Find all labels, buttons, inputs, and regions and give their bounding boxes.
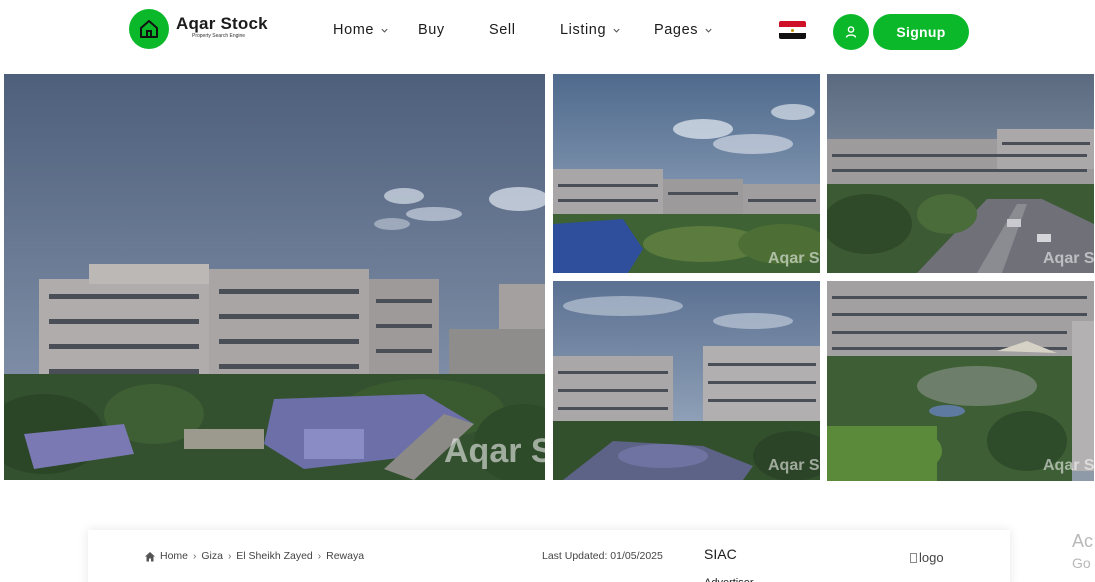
nav-buy[interactable]: Buy bbox=[418, 22, 445, 38]
signup-button[interactable]: Signup bbox=[873, 14, 969, 50]
nav-home-label: Home bbox=[333, 22, 375, 38]
house-icon bbox=[140, 20, 158, 38]
breadcrumb: Home › Giza › El Sheikh Zayed › Rewaya bbox=[144, 550, 364, 562]
broken-image-icon bbox=[910, 552, 917, 563]
windows-activation-watermark: Ac Go bbox=[1072, 530, 1093, 574]
watermark-text: Aqar Stock bbox=[444, 432, 545, 470]
activation-line-2: Go bbox=[1072, 555, 1091, 571]
building-photo-image bbox=[553, 281, 820, 480]
nav-sell[interactable]: Sell bbox=[489, 22, 516, 38]
activation-line-1: Ac bbox=[1072, 531, 1094, 551]
gallery-photo-5[interactable]: Aqar Stock bbox=[827, 281, 1094, 481]
nav-pages[interactable]: Pages bbox=[654, 22, 713, 38]
developer-logo-alt-text: logo bbox=[919, 550, 944, 565]
home-icon[interactable] bbox=[144, 551, 156, 562]
watermark-text: Aqar Stock bbox=[768, 457, 820, 474]
building-photo-image bbox=[827, 74, 1094, 273]
gallery-photo-4[interactable]: Aqar Stock bbox=[553, 281, 820, 480]
user-icon bbox=[845, 26, 857, 38]
chevron-right-icon: › bbox=[193, 550, 197, 562]
chevron-down-icon bbox=[381, 28, 388, 33]
building-photo-image bbox=[827, 281, 1094, 481]
gallery-main-photo[interactable]: Aqar Stock bbox=[4, 74, 545, 480]
developer-logo[interactable]: logo bbox=[910, 550, 944, 565]
watermark-text: Aqar Stock bbox=[1043, 457, 1094, 474]
developer-name[interactable]: SIAC bbox=[704, 546, 737, 562]
last-updated-date: Last Updated: 01/05/2025 bbox=[542, 550, 663, 562]
building-photo-image bbox=[4, 74, 545, 480]
site-header: Aqar Stock Property Search Engine Home B… bbox=[0, 0, 1095, 62]
chevron-right-icon: › bbox=[317, 550, 322, 562]
brand-name[interactable]: Aqar Stock bbox=[176, 14, 268, 34]
egypt-flag-icon[interactable] bbox=[779, 21, 806, 39]
brand-tagline: Property Search Engine bbox=[192, 33, 246, 39]
breadcrumb-giza[interactable]: Giza bbox=[201, 550, 223, 562]
gallery-photo-2[interactable]: Aqar Stock bbox=[553, 74, 820, 273]
chevron-down-icon bbox=[705, 28, 712, 33]
building-photo-image bbox=[553, 74, 820, 273]
user-account-button[interactable] bbox=[833, 14, 869, 50]
watermark-text: Aqar Stock bbox=[768, 250, 820, 267]
breadcrumb-el-sheikh-zayed[interactable]: El Sheikh Zayed bbox=[236, 550, 312, 562]
developer-subtitle: Advertiser bbox=[704, 576, 764, 582]
nav-home[interactable]: Home bbox=[333, 22, 389, 38]
chevron-right-icon: › bbox=[227, 550, 232, 562]
watermark-text: Aqar Stock bbox=[1043, 250, 1094, 267]
brand-logo-icon[interactable] bbox=[129, 9, 169, 49]
nav-listing[interactable]: Listing bbox=[560, 22, 621, 38]
nav-sell-label: Sell bbox=[489, 22, 516, 38]
gallery-photo-3[interactable]: Aqar Stock bbox=[827, 74, 1094, 273]
nav-listing-label: Listing bbox=[560, 22, 607, 38]
nav-buy-label: Buy bbox=[418, 22, 445, 38]
breadcrumb-rewaya[interactable]: Rewaya bbox=[326, 550, 364, 562]
breadcrumb-home[interactable]: Home bbox=[160, 550, 188, 562]
chevron-down-icon bbox=[613, 28, 620, 33]
nav-pages-label: Pages bbox=[654, 22, 699, 38]
